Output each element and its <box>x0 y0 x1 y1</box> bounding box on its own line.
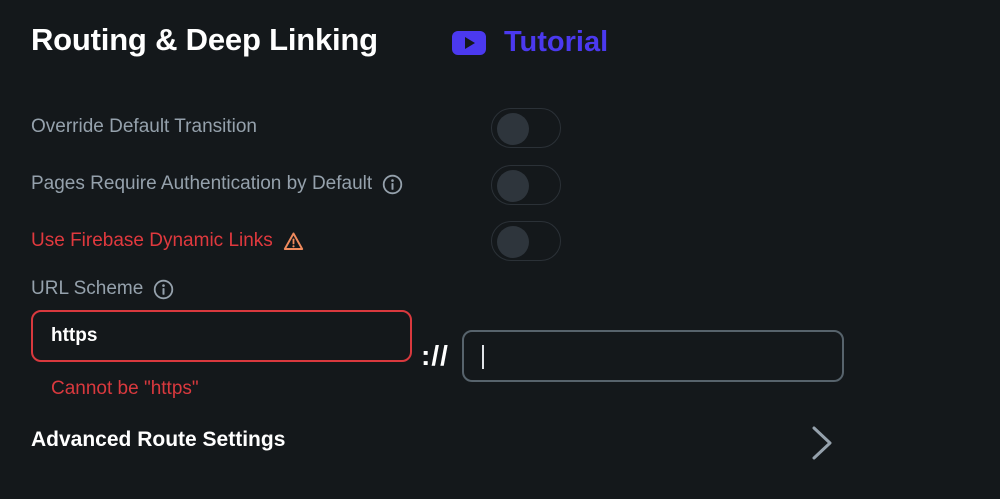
page-title: Routing & Deep Linking <box>31 22 378 57</box>
warning-icon[interactable] <box>283 231 304 252</box>
toggle-knob <box>497 226 529 258</box>
url-scheme-error: Cannot be "https" <box>51 378 199 399</box>
advanced-route-settings-label[interactable]: Advanced Route Settings <box>31 428 285 452</box>
require-auth-label: Pages Require Authentication by Default <box>31 173 403 195</box>
url-scheme-input[interactable]: https <box>31 310 412 362</box>
override-transition-text: Override Default Transition <box>31 116 257 137</box>
override-transition-label: Override Default Transition <box>31 116 257 138</box>
url-host-input[interactable] <box>462 330 844 382</box>
info-icon[interactable] <box>382 174 403 195</box>
tutorial-link[interactable]: Tutorial <box>452 26 608 59</box>
text-cursor <box>482 345 484 369</box>
toggle-knob <box>497 170 529 202</box>
url-scheme-text: URL Scheme <box>31 278 144 299</box>
toggle-knob <box>497 113 529 145</box>
youtube-play-icon <box>452 30 486 55</box>
override-transition-toggle[interactable] <box>491 108 561 148</box>
info-icon[interactable] <box>153 279 174 300</box>
firebase-links-label: Use Firebase Dynamic Links <box>31 230 304 252</box>
firebase-links-toggle[interactable] <box>491 221 561 261</box>
firebase-links-text: Use Firebase Dynamic Links <box>31 230 273 251</box>
url-scheme-label: URL Scheme <box>31 278 174 300</box>
scheme-separator: :// <box>421 340 449 371</box>
chevron-right-icon[interactable] <box>808 424 836 462</box>
url-scheme-value: https <box>51 325 98 346</box>
tutorial-label: Tutorial <box>504 26 609 58</box>
require-auth-text: Pages Require Authentication by Default <box>31 173 373 194</box>
require-auth-toggle[interactable] <box>491 165 561 205</box>
